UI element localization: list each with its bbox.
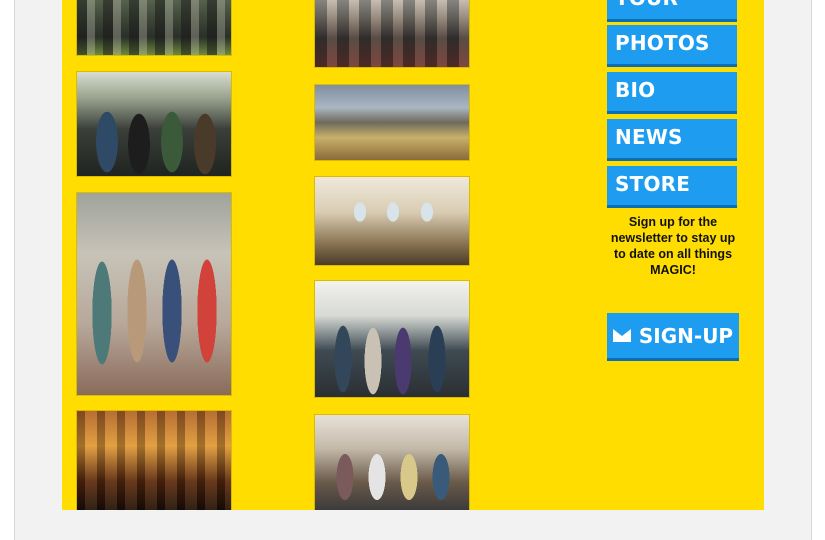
- newsletter-text: Sign up for the newsletter to stay up to…: [610, 215, 736, 277]
- nav-store-button[interactable]: STORE: [607, 166, 737, 208]
- nav-tour-button[interactable]: TOUR: [607, 0, 737, 22]
- nav-news-button[interactable]: NEWS: [607, 119, 737, 161]
- signup-button[interactable]: SIGN-UP: [607, 313, 739, 361]
- page-screen: TOUR PHOTOS BIO NEWS STORE Sign up for t…: [62, 0, 764, 510]
- nav-bio-button[interactable]: BIO: [607, 72, 737, 114]
- gallery-photo-1[interactable]: [76, 0, 232, 56]
- signup-label: SIGN-UP: [638, 323, 734, 348]
- gallery-photo-4[interactable]: [76, 410, 232, 510]
- nav-photos-button[interactable]: PHOTOS: [607, 25, 737, 67]
- nav-bio-label: BIO: [615, 78, 656, 102]
- gallery-photo-6[interactable]: [314, 84, 470, 161]
- gallery-photo-8[interactable]: [314, 280, 470, 398]
- nav-tour-label: TOUR: [615, 0, 678, 10]
- nav-news-label: NEWS: [615, 125, 683, 149]
- gallery-photo-2[interactable]: [76, 71, 232, 177]
- gallery-photo-3[interactable]: [76, 192, 232, 396]
- nav-photos-label: PHOTOS: [615, 31, 710, 55]
- nav-store-label: STORE: [615, 172, 691, 196]
- mail-icon: [612, 329, 631, 342]
- gallery-photo-7[interactable]: [314, 176, 470, 266]
- gallery-photo-9[interactable]: [314, 414, 470, 510]
- gallery-photo-5[interactable]: [314, 0, 470, 68]
